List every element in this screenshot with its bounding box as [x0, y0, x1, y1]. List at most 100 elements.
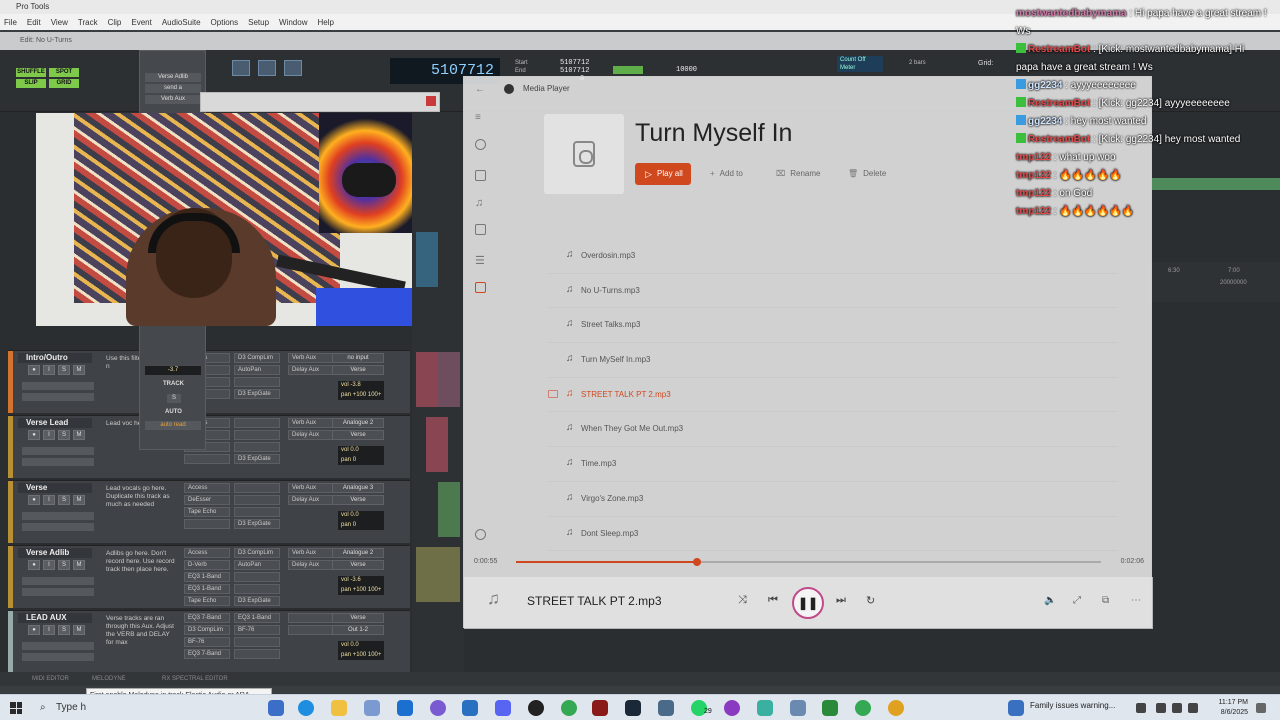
- insert-slot[interactable]: Access: [184, 483, 230, 493]
- search-icon[interactable]: [475, 139, 486, 150]
- audio-clip[interactable]: [416, 547, 438, 602]
- playlists-icon[interactable]: [475, 282, 486, 293]
- menu-item[interactable]: File: [4, 18, 17, 27]
- rx-spectral-editor-tab[interactable]: RX SPECTRAL EDITOR: [162, 672, 228, 686]
- track-name[interactable]: Verse: [18, 483, 92, 493]
- insert-slot[interactable]: D3 CompLim: [234, 548, 280, 558]
- automation-mode[interactable]: auto read: [145, 421, 201, 430]
- send-level[interactable]: -3.7: [145, 366, 201, 375]
- output-selector[interactable]: Verse: [332, 495, 384, 505]
- input-selector[interactable]: Analogue 2: [332, 418, 384, 428]
- taskbar-app-icon[interactable]: [790, 700, 806, 716]
- chrome-icon[interactable]: [888, 700, 904, 716]
- insert-slot[interactable]: Access: [184, 548, 230, 558]
- music-library-icon[interactable]: ♫: [475, 197, 486, 209]
- pan-readout[interactable]: pan +100 100+: [338, 651, 384, 660]
- nudge-value[interactable]: 10000: [676, 66, 697, 74]
- mute-button[interactable]: M: [73, 495, 85, 505]
- send-slot[interactable]: Verb Aux: [288, 418, 334, 428]
- audio-clip[interactable]: [438, 482, 460, 537]
- taskbar-app-icon[interactable]: [430, 700, 446, 716]
- input-monitor-button[interactable]: I: [43, 430, 55, 440]
- input-monitor-button[interactable]: I: [43, 560, 55, 570]
- insert-slot[interactable]: [234, 637, 280, 647]
- zoom-tool-icon[interactable]: [232, 60, 250, 76]
- playlist-track-row[interactable]: ♫ Turn MySelf In.mp3: [548, 343, 1118, 378]
- discord-icon[interactable]: [495, 700, 511, 716]
- menu-item[interactable]: Track: [78, 18, 98, 27]
- send-slot[interactable]: [288, 613, 334, 623]
- file-explorer-icon[interactable]: [331, 700, 347, 716]
- edge-icon[interactable]: [298, 700, 314, 716]
- midi-editor-tab[interactable]: MIDI EDITOR: [32, 672, 69, 686]
- menu-item[interactable]: Help: [317, 18, 333, 27]
- taskbar-clock[interactable]: 11:17 PM 8/6/2025: [1200, 698, 1248, 718]
- spot-mode-button[interactable]: SPOT: [49, 68, 79, 77]
- notification-bell-icon[interactable]: [1256, 703, 1266, 713]
- output-selector[interactable]: Verse: [332, 430, 384, 440]
- play-queue-icon[interactable]: ☰: [475, 254, 486, 267]
- insert-slot[interactable]: [234, 483, 280, 493]
- send-slot[interactable]: Delay Aux: [288, 365, 334, 375]
- automation-selector[interactable]: [22, 653, 94, 661]
- grid-mode-button[interactable]: GRID: [49, 79, 79, 88]
- track[interactable]: LEAD AUX ● I S M Verse tracks are ran through…: [8, 610, 410, 673]
- track-name[interactable]: Intro/Outro: [18, 353, 92, 363]
- melodyne-tab[interactable]: MELODYNE: [92, 672, 126, 686]
- input-selector[interactable]: no input: [332, 353, 384, 363]
- taskbar-app-icon[interactable]: [364, 700, 380, 716]
- insert-slot[interactable]: EQ3 1-Band: [234, 613, 280, 623]
- automation-selector[interactable]: [22, 458, 94, 466]
- input-selector[interactable]: Analogue 2: [332, 548, 384, 558]
- trim-tool-icon[interactable]: [258, 60, 276, 76]
- insert-slot[interactable]: [184, 454, 230, 464]
- insert-slot[interactable]: [234, 572, 280, 582]
- pan-readout[interactable]: pan +100 100+: [338, 391, 384, 400]
- send-slot[interactable]: Verb Aux: [288, 548, 334, 558]
- shuffle-mode-button[interactable]: SHUFFLE: [16, 68, 46, 77]
- playlist-track-row[interactable]: ♫ Dont Sleep.mp3: [548, 517, 1118, 552]
- insert-slot[interactable]: EQ3 7-Band: [184, 649, 230, 659]
- playlist-track-row[interactable]: ♫ When They Got Me Out.mp3: [548, 412, 1118, 447]
- start-value[interactable]: 5107712: [560, 59, 589, 67]
- track[interactable]: Intro/Outro●ISMUse this filter for outro…: [8, 350, 410, 413]
- send-slot[interactable]: [288, 625, 334, 635]
- record-button[interactable]: ●: [28, 625, 40, 635]
- output-selector[interactable]: Verse: [332, 365, 384, 375]
- track-name[interactable]: Verse Lead: [18, 418, 92, 428]
- insert-slot[interactable]: D3 ExpGate: [234, 389, 280, 399]
- send-slot[interactable]: Delay Aux: [288, 560, 334, 570]
- floating-window-titlebar[interactable]: [200, 92, 440, 112]
- send-slot[interactable]: Delay Aux: [288, 495, 334, 505]
- input-selector[interactable]: Verse: [332, 613, 384, 623]
- timeline-ruler[interactable]: 6:30 7:00 20000000: [1148, 262, 1280, 302]
- security-shield-icon[interactable]: [1008, 700, 1024, 716]
- send-destination[interactable]: Verb Aux: [145, 95, 201, 104]
- playlist-track-row[interactable]: ♫ Virgo's Zone.mp3: [548, 482, 1118, 517]
- insert-slot[interactable]: [234, 507, 280, 517]
- track-view-selector[interactable]: [22, 577, 94, 585]
- solo-button[interactable]: S: [58, 430, 70, 440]
- mute-button[interactable]: M: [73, 560, 85, 570]
- menu-item[interactable]: Clip: [108, 18, 122, 27]
- windows-start-icon[interactable]: [10, 702, 22, 714]
- mute-button[interactable]: M: [73, 430, 85, 440]
- chrome-icon[interactable]: [561, 700, 577, 716]
- track[interactable]: Verse ● I S M Lead vocals go here. Duplicate …: [8, 480, 410, 543]
- insert-slot[interactable]: BF-76: [234, 625, 280, 635]
- insert-slot[interactable]: [234, 430, 280, 440]
- record-button[interactable]: ●: [28, 365, 40, 375]
- track-name[interactable]: Verse Adlib: [18, 548, 92, 558]
- playlist-track-row[interactable]: ♫ Time.mp3: [548, 447, 1118, 482]
- home-icon[interactable]: [475, 170, 486, 181]
- insert-slot[interactable]: [234, 442, 280, 452]
- end-value[interactable]: 5107712: [560, 67, 589, 75]
- taskbar-app-icon[interactable]: [658, 700, 674, 716]
- play-all-button[interactable]: Play all: [635, 163, 691, 185]
- seek-bar[interactable]: 0:00:55 0:02:06: [474, 554, 1144, 570]
- track-view-selector[interactable]: [22, 382, 94, 390]
- automation-selector[interactable]: [22, 523, 94, 531]
- taskbar-app-icon[interactable]: [462, 700, 478, 716]
- pro-tools-taskbar-icon[interactable]: [592, 700, 608, 716]
- send-slot[interactable]: Verb Aux: [288, 353, 334, 363]
